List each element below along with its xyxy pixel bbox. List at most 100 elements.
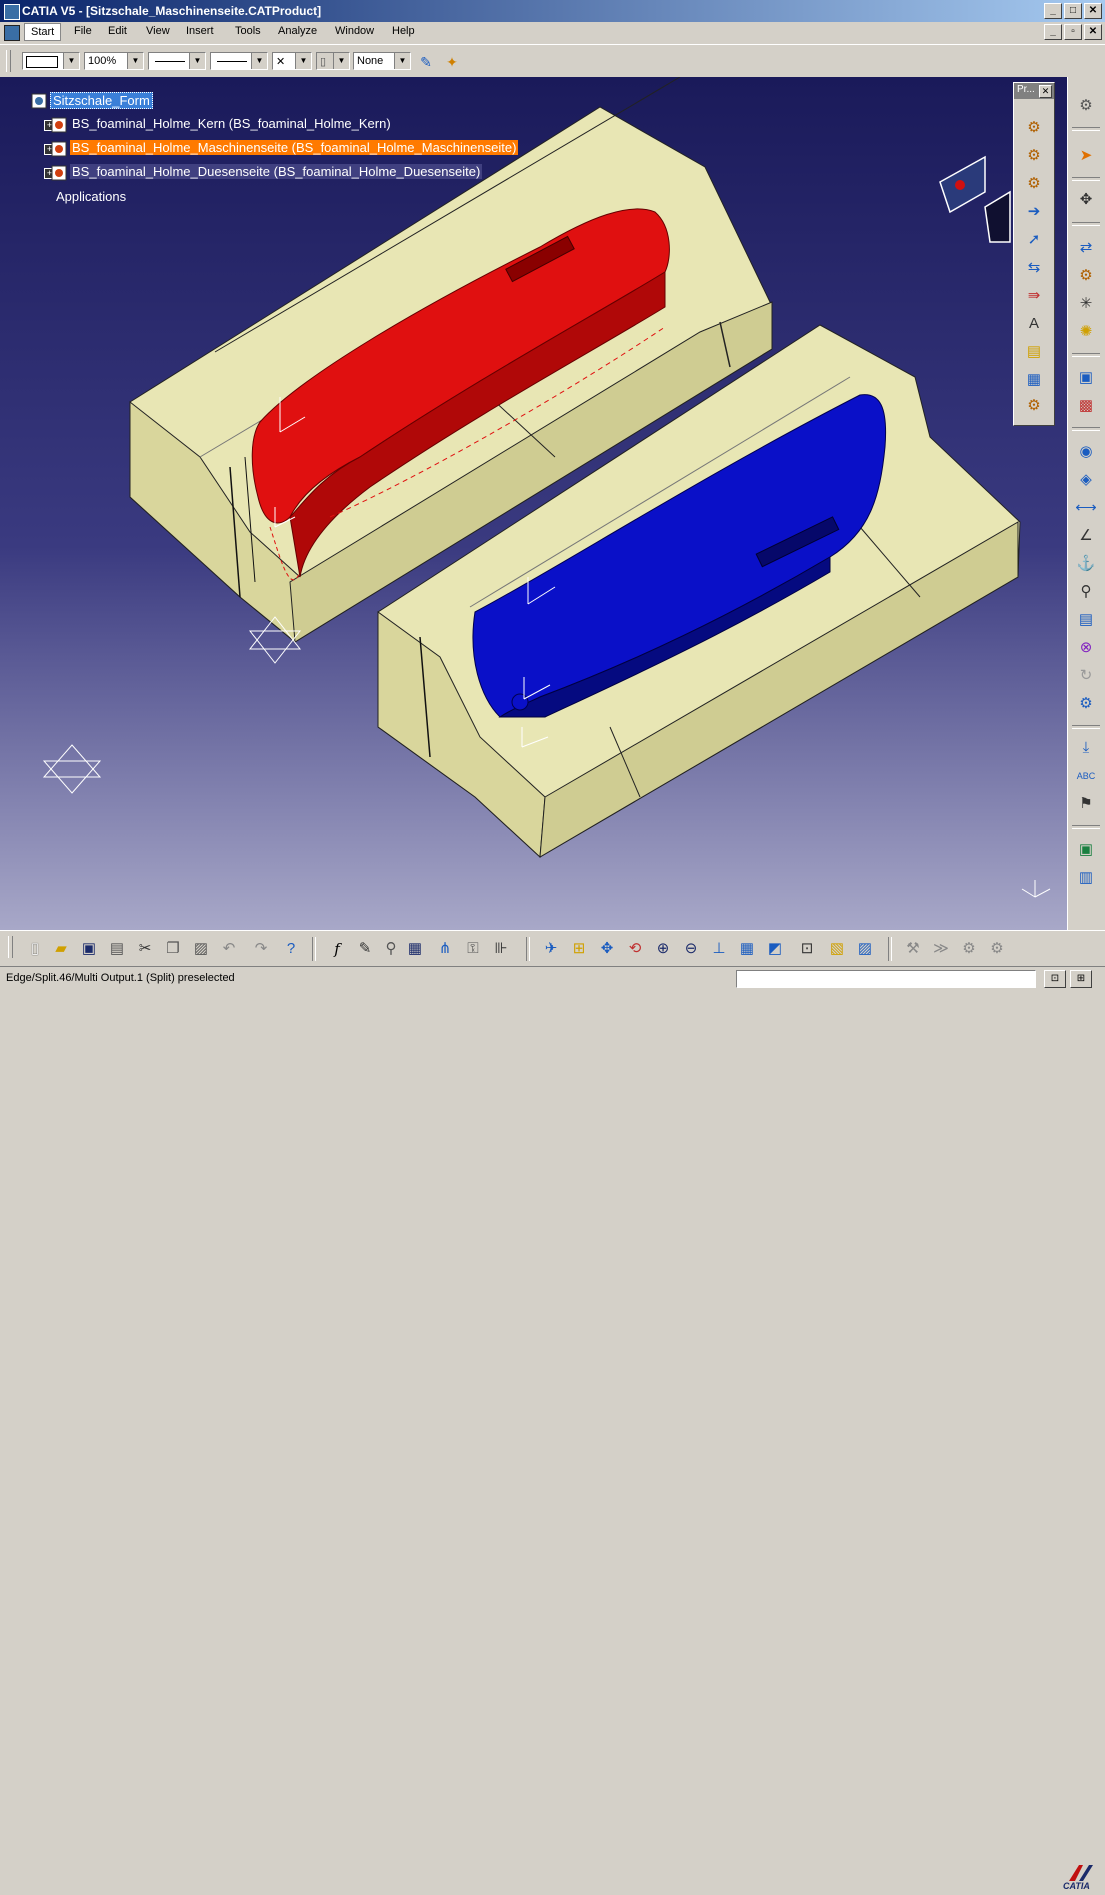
whats-this-icon[interactable]: ? [280,938,302,960]
linetype-combo[interactable]: ▼ [148,52,206,70]
tree-label-maschinenseite[interactable]: BS_foaminal_Holme_Maschinenseite (BS_foa… [70,140,519,155]
zoom-in-icon[interactable]: ⊕ [652,938,674,960]
formula-icon[interactable]: f [326,938,348,960]
generate-numbering-icon[interactable]: ⇛ [1023,285,1045,307]
menu-window[interactable]: Window [335,25,374,37]
workbench-icon[interactable]: ⚙ [1075,95,1097,117]
multi-view-icon[interactable]: ▦ [736,938,758,960]
menu-file[interactable]: File [74,25,92,37]
view-mode-icon[interactable]: ⊡ [796,938,818,960]
format-painter-icon[interactable]: ✎ [416,52,436,72]
group-icon[interactable]: ⚙ [958,938,980,960]
doc-restore-button[interactable]: ▫ [1064,24,1082,40]
knowledge-icon[interactable]: ⚲ [380,938,402,960]
fast-multi-instantiation-icon[interactable]: ⚙ [1023,395,1045,417]
chevron-down-icon[interactable]: ▼ [63,53,79,69]
menu-view[interactable]: View [146,25,170,37]
paste-icon[interactable]: ▨ [190,938,212,960]
move-icon[interactable]: ⇄ [1075,237,1097,259]
reuse-constraint-icon[interactable]: ⚙ [1075,693,1097,715]
menu-edit[interactable]: Edit [108,25,127,37]
menu-insert[interactable]: Insert [186,25,214,37]
chevron-down-icon[interactable]: ▼ [127,53,143,69]
restore-button[interactable]: □ [1064,3,1082,19]
zoom-out-icon[interactable]: ⊖ [680,938,702,960]
insert-product-icon[interactable]: ⚙ [1023,145,1045,167]
layer-combo[interactable]: None ▼ [353,52,411,70]
toolbar-title-bar[interactable]: Pr... ✕ [1014,83,1054,99]
open-file-icon[interactable]: ▰ [50,938,72,960]
status-button-2[interactable]: ⊞ [1070,970,1092,988]
fix-together-icon[interactable]: ⚲ [1075,581,1097,603]
command-input[interactable] [736,970,1036,988]
chevron-down-icon[interactable]: ▼ [295,53,311,69]
chevron-down-icon[interactable]: ▼ [333,53,349,69]
new-file-icon[interactable]: ▯ [24,938,46,960]
status-button-1[interactable]: ⊡ [1044,970,1066,988]
flag-note-icon[interactable]: ⚑ [1075,793,1097,815]
toolbar-grip[interactable] [6,50,11,72]
change-constraint-icon[interactable]: ↻ [1075,665,1097,687]
comment-icon[interactable]: ✎ [354,938,376,960]
hide-show-icon[interactable]: ▧ [826,938,848,960]
chevron-down-icon[interactable]: ▼ [251,53,267,69]
fix-component-icon[interactable]: ⚓ [1075,553,1097,575]
close-button[interactable]: ✕ [1084,3,1102,19]
undo-icon[interactable]: ↶ [218,938,240,960]
fit-all-icon[interactable]: ⊞ [568,938,590,960]
redo-icon[interactable]: ↷ [250,938,272,960]
point-style-combo[interactable]: ✕ ▼ [272,52,312,70]
doc-close-button[interactable]: ✕ [1084,24,1102,40]
tree-node-maschinenseite[interactable]: + BS_foaminal_Holme_Maschinenseite (BS_f… [44,139,530,159]
menu-help[interactable]: Help [392,25,415,37]
tree-structure-icon[interactable]: ⋔ [434,938,456,960]
annotation-icon[interactable]: ⤓ [1075,737,1097,759]
insert-part-icon[interactable]: ⚙ [1023,173,1045,195]
table-icon[interactable]: ▦ [404,938,426,960]
toolbar-grip[interactable] [8,936,13,958]
minimize-button[interactable]: _ [1044,3,1062,19]
multi-instantiation-icon[interactable]: ▦ [1023,369,1045,391]
replace-component-icon[interactable]: ➚ [1023,229,1045,251]
copy-icon[interactable]: ❐ [162,938,184,960]
fly-mode-icon[interactable]: ✈ [540,938,562,960]
snap-icon[interactable]: ⚙ [1075,265,1097,287]
enhanced-scene-icon[interactable]: ▥ [1075,867,1097,889]
ungroup-icon[interactable]: ⚙ [986,938,1008,960]
catalog-icon[interactable]: ⊪ [490,938,512,960]
menu-tools[interactable]: Tools [235,25,261,37]
insert-component-icon[interactable]: ⚙ [1023,117,1045,139]
color-combo[interactable]: ▼ [22,52,80,70]
scene-icon[interactable]: ▣ [1075,839,1097,861]
text-annotation-icon[interactable]: ABC [1075,765,1097,787]
swap-space-icon[interactable]: ▨ [854,938,876,960]
transparency-combo[interactable]: 100% ▼ [84,52,144,70]
print-icon[interactable]: ▤ [106,938,128,960]
explode-icon[interactable]: ✳ [1075,293,1097,315]
angle-constraint-icon[interactable]: ∠ [1075,525,1097,547]
next-icon[interactable]: ≫ [930,938,952,960]
menu-start[interactable]: Start [24,23,62,41]
flexible-sub-assembly-icon[interactable]: ⊗ [1075,637,1097,659]
quick-constraint-icon[interactable]: ▤ [1075,609,1097,631]
tree-node-kern[interactable]: + BS_foaminal_Holme_Kern (BS_foaminal_Ho… [44,115,450,135]
menu-analyze[interactable]: Analyze [278,25,317,37]
tree-label-duesenseite[interactable]: BS_foaminal_Holme_Duesenseite (BS_foamin… [70,164,483,179]
tree-node-root[interactable]: Sitzschale_Form [30,91,230,111]
coincidence-constraint-icon[interactable]: ◉ [1075,441,1097,463]
manipulation-icon[interactable]: ✥ [1075,189,1097,211]
close-icon[interactable]: ✕ [1039,85,1052,98]
lock-icon[interactable]: ⚿ [462,938,484,960]
tree-label-kern[interactable]: BS_foaminal_Holme_Kern (BS_foaminal_Holm… [70,116,393,131]
reuse-pattern-icon[interactable]: ▣ [1075,367,1097,389]
render-style-combo[interactable]: ▯ ▼ [316,52,350,70]
tree-label-applications[interactable]: Applications [54,189,128,204]
design-mode-icon[interactable]: ⚒ [902,938,924,960]
normal-view-icon[interactable]: ⊥ [708,938,730,960]
chevron-down-icon[interactable]: ▼ [394,53,410,69]
tree-label-root[interactable]: Sitzschale_Form [50,92,153,109]
update-icon[interactable]: ▩ [1075,395,1097,417]
graphic-properties-icon[interactable]: ✦ [442,52,462,72]
pan-icon[interactable]: ✥ [596,938,618,960]
graph-tree-reordering-icon[interactable]: ⇆ [1023,257,1045,279]
